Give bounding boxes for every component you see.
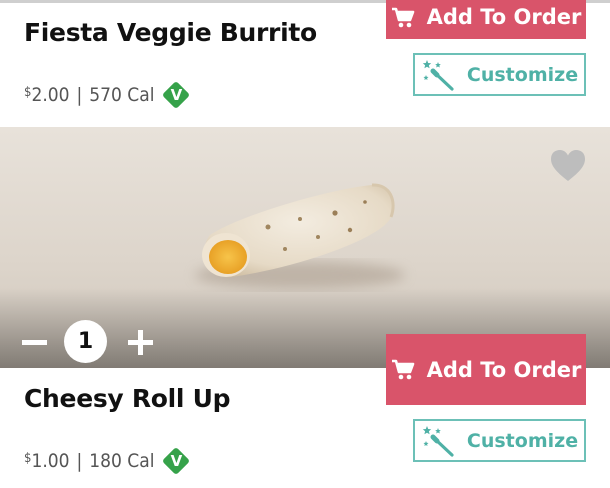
magic-wand-icon — [421, 59, 455, 91]
heart-icon[interactable] — [549, 148, 587, 184]
quantity-value[interactable]: 1 — [64, 320, 107, 363]
minus-icon[interactable] — [22, 340, 47, 345]
add-to-order-label: Add To Order — [426, 5, 582, 29]
add-to-order-button[interactable]: Add To Order — [386, 334, 586, 405]
price: 1.00 — [31, 450, 70, 472]
magic-wand-icon — [421, 425, 455, 457]
cart-icon — [391, 7, 415, 29]
vegetarian-badge: V — [162, 80, 191, 110]
price-calories: $ 1.00 | 180 Cal V — [24, 446, 191, 476]
separator: | — [76, 84, 83, 106]
calories: 570 Cal — [89, 84, 155, 106]
currency-symbol: $ — [24, 84, 32, 100]
cart-icon — [391, 359, 415, 381]
customize-button[interactable]: Customize — [413, 53, 586, 96]
vegetarian-badge: V — [162, 446, 191, 476]
customize-label: Customize — [466, 63, 579, 86]
price-calories: $ 2.00 | 570 Cal V — [24, 80, 191, 110]
price: 2.00 — [31, 84, 70, 106]
add-to-order-button[interactable]: Add To Order — [386, 0, 586, 39]
customize-button[interactable]: Customize — [413, 419, 586, 462]
add-to-order-label: Add To Order — [426, 357, 582, 382]
vegetarian-badge-letter: V — [170, 452, 183, 470]
vegetarian-badge-letter: V — [170, 86, 183, 104]
item-title: Fiesta Veggie Burrito — [24, 18, 317, 47]
separator: | — [76, 450, 83, 472]
item-title: Cheesy Roll Up — [24, 384, 231, 413]
currency-symbol: $ — [24, 450, 32, 466]
calories: 180 Cal — [89, 450, 155, 472]
customize-label: Customize — [466, 429, 579, 452]
